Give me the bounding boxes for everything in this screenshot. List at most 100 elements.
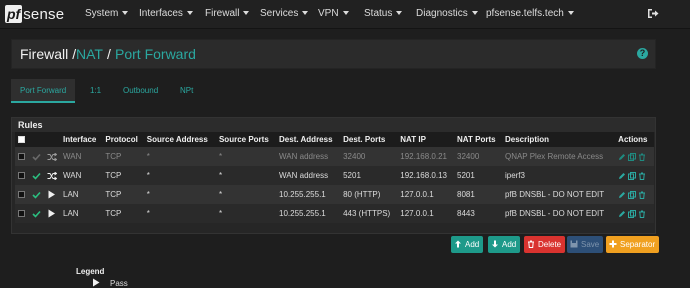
separator-button[interactable]: Separator xyxy=(606,236,660,253)
header-dest-ports[interactable]: Dest. Ports xyxy=(340,132,398,147)
table-row[interactable]: LAN TCP * * 10.255.255.1 443 (HTTPS) 127… xyxy=(15,204,654,223)
cell-nat-ip: 192.168.0.21 xyxy=(397,147,455,166)
cell-dest-address: WAN address xyxy=(276,166,341,185)
chevron-down-icon xyxy=(567,11,574,16)
row-select-cell[interactable] xyxy=(15,204,29,223)
cell-nat-ip: 192.168.0.13 xyxy=(397,166,455,185)
copy-icon[interactable] xyxy=(628,190,637,199)
cell-dest-address: 10.255.255.1 xyxy=(276,185,341,204)
cell-interface: LAN xyxy=(60,204,103,223)
pfsense-logo[interactable]: pf sense xyxy=(5,4,64,24)
cell-dest-address: WAN address xyxy=(276,147,341,166)
status-cell[interactable] xyxy=(29,185,44,204)
cell-source-ports: * xyxy=(215,185,277,204)
cell-description: pfB DNSBL - DO NOT EDIT xyxy=(501,204,616,223)
status-cell[interactable] xyxy=(29,166,44,185)
type-cell xyxy=(44,204,60,223)
tab-outbound[interactable]: Outbound xyxy=(114,79,167,103)
header-dest-address[interactable]: Dest. Address xyxy=(276,132,341,147)
cell-interface: WAN xyxy=(60,147,103,166)
select-all-checkbox[interactable] xyxy=(18,136,25,144)
actions-cell xyxy=(615,185,654,204)
logout-icon[interactable] xyxy=(647,8,659,19)
breadcrumb-nat[interactable]: NAT / xyxy=(76,46,111,62)
edit-icon[interactable] xyxy=(618,210,626,218)
check-icon[interactable] xyxy=(32,172,41,180)
nav-firewall[interactable]: Firewall xyxy=(205,8,250,19)
tab-npt[interactable]: NPt xyxy=(171,79,202,103)
type-cell xyxy=(44,147,60,166)
nav-hostname[interactable]: pfsense.telfs.tech xyxy=(486,8,574,19)
trash-icon[interactable] xyxy=(638,172,646,180)
table-row[interactable]: WAN TCP * * WAN address 5201 192.168.0.1… xyxy=(15,166,654,185)
edit-icon[interactable] xyxy=(618,172,626,180)
chevron-down-icon xyxy=(186,11,193,16)
header-nat-ip[interactable]: NAT IP xyxy=(397,132,455,147)
check-icon[interactable] xyxy=(32,191,41,199)
copy-icon[interactable] xyxy=(628,209,637,218)
tab-port-forward[interactable]: Port Forward xyxy=(11,79,76,103)
nav-system[interactable]: System xyxy=(85,8,129,19)
header-interface[interactable]: Interface xyxy=(60,132,103,147)
nav-status[interactable]: Status xyxy=(364,8,403,19)
table-row[interactable]: WAN TCP * * WAN address 32400 192.168.0.… xyxy=(15,147,654,166)
rules-panel: Rules Interface Protocol Source Address … xyxy=(11,117,656,234)
row-checkbox[interactable] xyxy=(18,153,25,161)
tab-1-1[interactable]: 1:1 xyxy=(81,79,110,103)
trash-icon[interactable] xyxy=(638,153,646,161)
cell-dest-ports: 80 (HTTP) xyxy=(340,185,398,204)
copy-icon[interactable] xyxy=(628,152,637,161)
trash-icon[interactable] xyxy=(638,191,646,199)
chevron-down-icon xyxy=(243,11,250,16)
status-cell[interactable] xyxy=(29,204,44,223)
type-header xyxy=(44,132,60,147)
nav-diagnostics[interactable]: Diagnostics xyxy=(416,8,478,19)
header-protocol[interactable]: Protocol xyxy=(102,132,144,147)
select-all-header[interactable] xyxy=(15,132,29,147)
legend-pass: Pass xyxy=(92,278,128,288)
table-row[interactable]: LAN TCP * * 10.255.255.1 80 (HTTP) 127.0… xyxy=(15,185,654,204)
top-navbar: pf sense System Interfaces Firewall Servi… xyxy=(0,0,690,29)
header-source-address[interactable]: Source Address xyxy=(143,132,216,147)
nav-interfaces[interactable]: Interfaces xyxy=(139,8,193,19)
chevron-down-icon xyxy=(471,11,478,16)
logo-pf: pf xyxy=(5,5,23,23)
cell-source-ports: * xyxy=(215,204,277,223)
header-source-ports[interactable]: Source Ports xyxy=(215,132,277,147)
status-cell[interactable] xyxy=(29,147,44,166)
row-select-cell[interactable] xyxy=(15,185,29,204)
row-checkbox[interactable] xyxy=(18,172,25,180)
actions-cell xyxy=(615,204,654,223)
row-select-cell[interactable] xyxy=(15,166,29,185)
copy-icon[interactable] xyxy=(628,171,637,180)
check-icon[interactable] xyxy=(32,210,41,218)
check-icon[interactable] xyxy=(32,153,41,161)
cell-nat-ports: 5201 xyxy=(454,166,502,185)
cell-dest-ports: 32400 xyxy=(340,147,398,166)
edit-icon[interactable] xyxy=(618,153,626,161)
cell-description: pfB DNSBL - DO NOT EDIT xyxy=(501,185,616,204)
save-button[interactable]: Save xyxy=(567,236,604,253)
row-select-cell[interactable] xyxy=(15,147,29,166)
cell-interface: WAN xyxy=(60,166,103,185)
cell-dest-ports: 5201 xyxy=(340,166,398,185)
cell-source-ports: * xyxy=(215,166,277,185)
header-nat-ports[interactable]: NAT Ports xyxy=(454,132,502,147)
type-cell xyxy=(44,185,60,204)
add-bottom-button[interactable]: Add xyxy=(488,236,521,253)
shuffle-icon xyxy=(47,171,57,180)
delete-button[interactable]: Delete xyxy=(524,236,566,253)
help-icon[interactable]: ? xyxy=(637,48,648,59)
chevron-down-icon xyxy=(396,11,403,16)
trash-icon[interactable] xyxy=(638,210,646,218)
add-top-button[interactable]: Add xyxy=(451,236,484,253)
nav-services[interactable]: Services xyxy=(260,8,309,19)
row-checkbox[interactable] xyxy=(18,191,25,199)
nav-vpn[interactable]: VPN xyxy=(318,8,349,19)
header-description[interactable]: Description xyxy=(501,132,616,147)
breadcrumb-firewall[interactable]: Firewall / xyxy=(20,46,76,62)
panel-title: Rules xyxy=(12,118,655,132)
chevron-down-icon xyxy=(342,11,349,16)
row-checkbox[interactable] xyxy=(18,210,25,218)
edit-icon[interactable] xyxy=(618,191,626,199)
